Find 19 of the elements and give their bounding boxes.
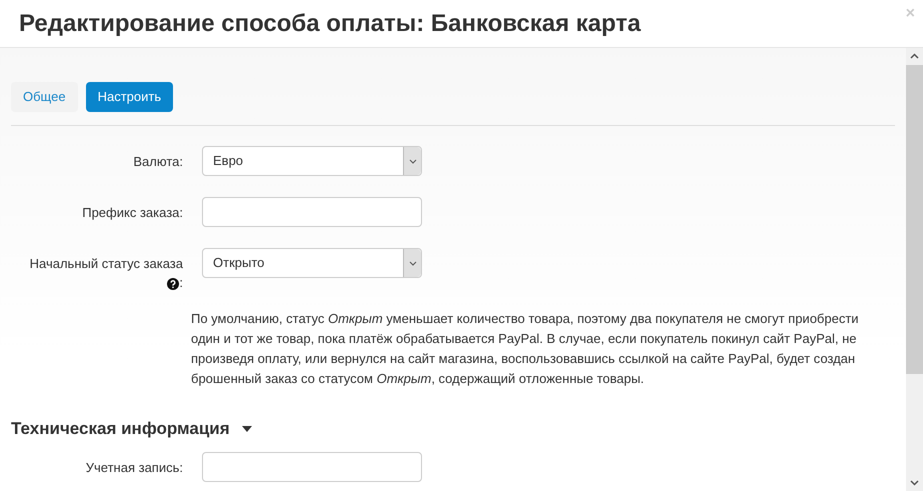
chevron-down-icon: [408, 260, 416, 266]
scrollbar[interactable]: [906, 48, 923, 491]
select-field[interactable]: Открыто: [202, 248, 422, 278]
select-field[interactable]: Евро: [202, 146, 422, 176]
field-label: Начальный статус заказа: [30, 256, 183, 271]
help-text: По умолчанию, статус Открыт уменьшает количество товара, поэтому два покупателя не смогут приобрести один и тот же товар, пока платёж обрабатывается PayPal. В случае, если покупатель покинул сайт PayPal, не произведя оплату, или вернулся на сайт магазина, воспользовавшись ссылкой на сайте PayPal, будет создан брошенный заказ со статусом Открыт, содержащий отложенные товары.: [191, 310, 860, 388]
caret-down-icon[interactable]: [242, 426, 252, 432]
tab[interactable]: Общее: [11, 82, 78, 112]
section-heading: Техническая информация: [11, 418, 230, 440]
label-colon: :: [179, 274, 183, 291]
field-label: Валюта:: [133, 154, 183, 169]
chevron-down-icon: [408, 158, 416, 164]
tab[interactable]: Настроить: [86, 82, 174, 112]
field-label: Учетная запись:: [86, 460, 183, 474]
input-field[interactable]: [202, 452, 422, 482]
help-icon[interactable]: [167, 278, 180, 290]
dialog-title: Редактирование способа оплаты: Банковская карта: [18, 9, 642, 39]
field-label: Префикс заказа:: [82, 205, 183, 220]
input-field[interactable]: [202, 197, 422, 227]
